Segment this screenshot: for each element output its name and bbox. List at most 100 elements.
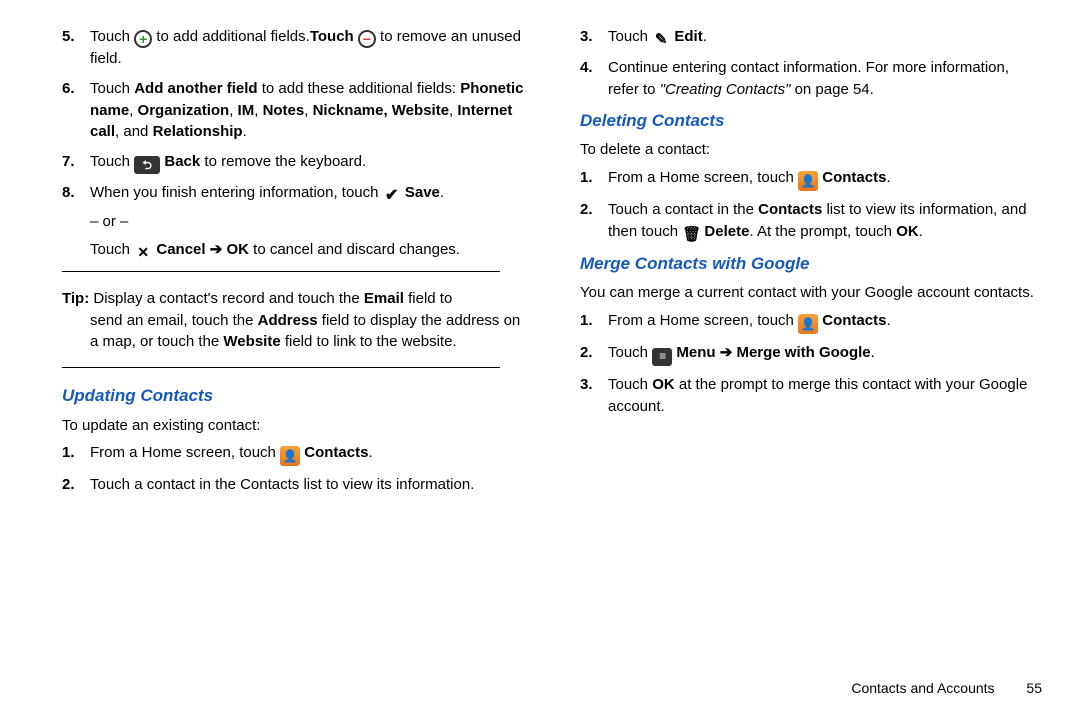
text: Touch a contact in the Contacts list to … [90,476,474,493]
text: Edit [674,28,702,45]
text: Add another field [134,80,257,97]
text: Email [364,290,404,307]
text: OK [226,241,249,258]
list-item: 5. Touch + to add additional fields.Touc… [38,26,524,70]
list-number: 2. [580,342,593,364]
text: Touch [608,344,652,361]
text: Nickname, Website [313,102,449,119]
list-merge: 1. From a Home screen, touch 👤 Contacts.… [556,310,1042,418]
divider [62,367,500,368]
x-icon: ✕ [134,243,152,261]
list-item: 4. Continue entering contact information… [556,57,1042,101]
text: Merge with Google [736,344,870,361]
text: Back [164,153,200,170]
plus-icon: + [134,30,152,48]
list-number: 2. [62,474,75,496]
text: IM [238,102,255,119]
list-item: 3. Touch OK at the prompt to merge this … [556,374,1042,418]
text: Contacts [758,201,822,218]
text: field to [404,290,452,307]
text: Notes [263,102,305,119]
back-icon: ⮌ [134,156,160,174]
list-number: 7. [62,151,75,173]
list-item: 8. When you finish entering information,… [38,182,524,261]
text: Website [223,333,280,350]
text: Touch [90,28,134,45]
page-footer: Contacts and Accounts 55 [851,678,1042,698]
right-column: 3. Touch ✎ Edit. 4. Continue entering co… [556,26,1042,504]
delete-icon: 🗑 [682,226,700,244]
text: send an email, touch the Address field t… [62,310,524,354]
text: From a Home screen, touch [608,312,798,329]
list-item: 2. Touch a contact in the Contacts list … [556,199,1042,244]
text: Delete [704,223,749,240]
list-number: 4. [580,57,593,79]
footer-section: Contacts and Accounts [851,680,994,696]
list-number: 8. [62,182,75,204]
text: Contacts [304,444,368,461]
tip-block: Tip: Display a contact's record and touc… [38,288,524,353]
text: Touch ✕ Cancel ➔ OK to cancel and discar… [90,239,524,261]
text: Cancel [156,241,205,258]
list-number: 2. [580,199,593,221]
arrow-icon: ➔ [716,344,737,361]
list-number: 3. [580,26,593,48]
text: . At the prompt, touch [749,223,896,240]
text: Address [258,312,318,329]
left-column: 5. Touch + to add additional fields.Touc… [38,26,524,504]
lead-text: To delete a contact: [580,139,1042,161]
list-item: 1. From a Home screen, touch 👤 Contacts. [556,310,1042,334]
text: to cancel and discard changes. [249,241,460,258]
list-item: 3. Touch ✎ Edit. [556,26,1042,49]
text: to add additional fields. [156,28,309,45]
minus-icon: − [358,30,376,48]
text: Menu [676,344,715,361]
text: "Creating Contacts" [660,81,791,98]
text: OK [652,376,675,393]
list-item: 7. Touch ⮌ Back to remove the keyboard. [38,151,524,174]
text: Touch a contact in the [608,201,758,218]
list-number: 1. [580,167,593,189]
list-delete: 1. From a Home screen, touch 👤 Contacts.… [556,167,1042,244]
text: Relationship [153,123,243,140]
heading-deleting-contacts: Deleting Contacts [580,109,1042,134]
list-item: 2. Touch ≡ Menu ➔ Merge with Google. [556,342,1042,366]
text: Display a contact's record and touch the [89,290,364,307]
lead-text: You can merge a current contact with you… [580,282,1042,304]
arrow-icon: ➔ [206,241,227,258]
text: Organization [138,102,230,119]
text: send an email, touch the [90,312,258,329]
text: – or – [90,211,524,233]
list-number: 1. [580,310,593,332]
list-update: 1. From a Home screen, touch 👤 Contacts.… [38,442,524,496]
list-item: 6. Touch Add another field to add these … [38,78,524,143]
menu-icon: ≡ [652,348,672,366]
text: Touch [90,241,134,258]
list-item: 1. From a Home screen, touch 👤 Contacts. [556,167,1042,191]
text: field to link to the website. [281,333,457,350]
check-icon: ✔ [383,187,401,205]
contacts-icon: 👤 [280,446,300,466]
list-number: 3. [580,374,593,396]
list-item: 1. From a Home screen, touch 👤 Contacts. [38,442,524,466]
tip-label: Tip: [62,290,89,307]
text: OK [896,223,919,240]
contacts-icon: 👤 [798,171,818,191]
text: Touch [310,28,358,45]
list-number: 6. [62,78,75,100]
text: Save [405,184,440,201]
text: From a Home screen, touch [608,169,798,186]
list-continued-right: 3. Touch ✎ Edit. 4. Continue entering co… [556,26,1042,101]
list-number: 1. [62,442,75,464]
text: Touch [608,28,652,45]
list-continued: 5. Touch + to add additional fields.Touc… [38,26,524,261]
text: When you finish entering information, to… [90,184,383,201]
heading-updating-contacts: Updating Contacts [62,384,524,409]
text: Touch [90,80,134,97]
text: on page 54. [790,81,873,98]
heading-merge-contacts: Merge Contacts with Google [580,252,1042,277]
text: to add these additional fields: [258,80,461,97]
divider [62,271,500,272]
list-item: 2. Touch a contact in the Contacts list … [38,474,524,496]
text: From a Home screen, touch [90,444,280,461]
